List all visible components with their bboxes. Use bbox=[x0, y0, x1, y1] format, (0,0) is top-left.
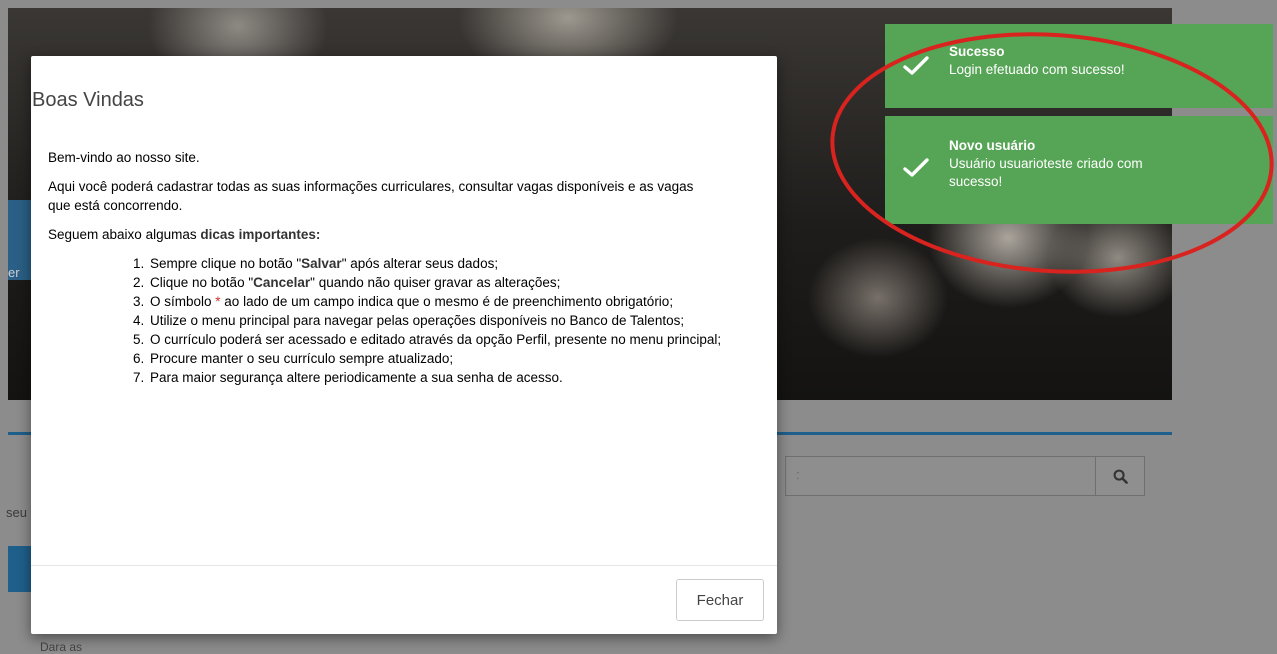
tips-list: Sempre clique no botão "Salvar" após alt… bbox=[48, 254, 758, 387]
background-text-bottom: Dara as bbox=[40, 640, 83, 654]
tip-item: Para maior segurança altere periodicamen… bbox=[148, 368, 758, 387]
search-input[interactable]: : bbox=[785, 456, 1095, 496]
search-button[interactable] bbox=[1095, 456, 1145, 496]
tip-item: Utilize o menu principal para navegar pe… bbox=[148, 311, 758, 330]
welcome-text: Bem-vindo ao nosso site. bbox=[48, 150, 200, 165]
toast-title: Sucesso bbox=[949, 44, 1005, 59]
modal-footer-divider bbox=[31, 565, 777, 566]
tip-item: Sempre clique no botão "Salvar" após alt… bbox=[148, 254, 758, 273]
toast-message: Login efetuado com sucesso! bbox=[949, 62, 1125, 77]
toast-login-success[interactable]: Sucesso Login efetuado com sucesso! bbox=[885, 24, 1273, 108]
toast-message: Usuário usuarioteste criado com sucesso! bbox=[949, 156, 1143, 189]
modal-body: Bem-vindo ao nosso site. Aqui você poder… bbox=[48, 148, 748, 387]
intro-text: Aqui você poderá cadastrar todas as suas… bbox=[48, 179, 694, 213]
check-icon bbox=[903, 158, 929, 177]
background-text: seu bbox=[6, 505, 27, 520]
toast-new-user[interactable]: Novo usuário Usuário usuarioteste criado… bbox=[885, 116, 1273, 224]
tip-item: Procure manter o seu currículo sempre at… bbox=[148, 349, 758, 368]
side-blue-bar bbox=[8, 546, 32, 592]
search-icon bbox=[1113, 469, 1128, 484]
tips-heading: Seguem abaixo algumas dicas importantes: bbox=[48, 227, 321, 242]
hero-side-text: er bbox=[8, 265, 20, 280]
tip-item: O currículo poderá ser acessado e editad… bbox=[148, 330, 758, 349]
tip-item: Clique no botão "Cancelar" quando não qu… bbox=[148, 273, 758, 292]
tip-item: O símbolo * ao lado de um campo indica q… bbox=[148, 292, 758, 311]
toast-title: Novo usuário bbox=[949, 138, 1036, 153]
close-button[interactable]: Fechar bbox=[676, 579, 764, 621]
modal-title: Boas Vindas bbox=[32, 89, 144, 111]
check-icon bbox=[903, 56, 929, 75]
